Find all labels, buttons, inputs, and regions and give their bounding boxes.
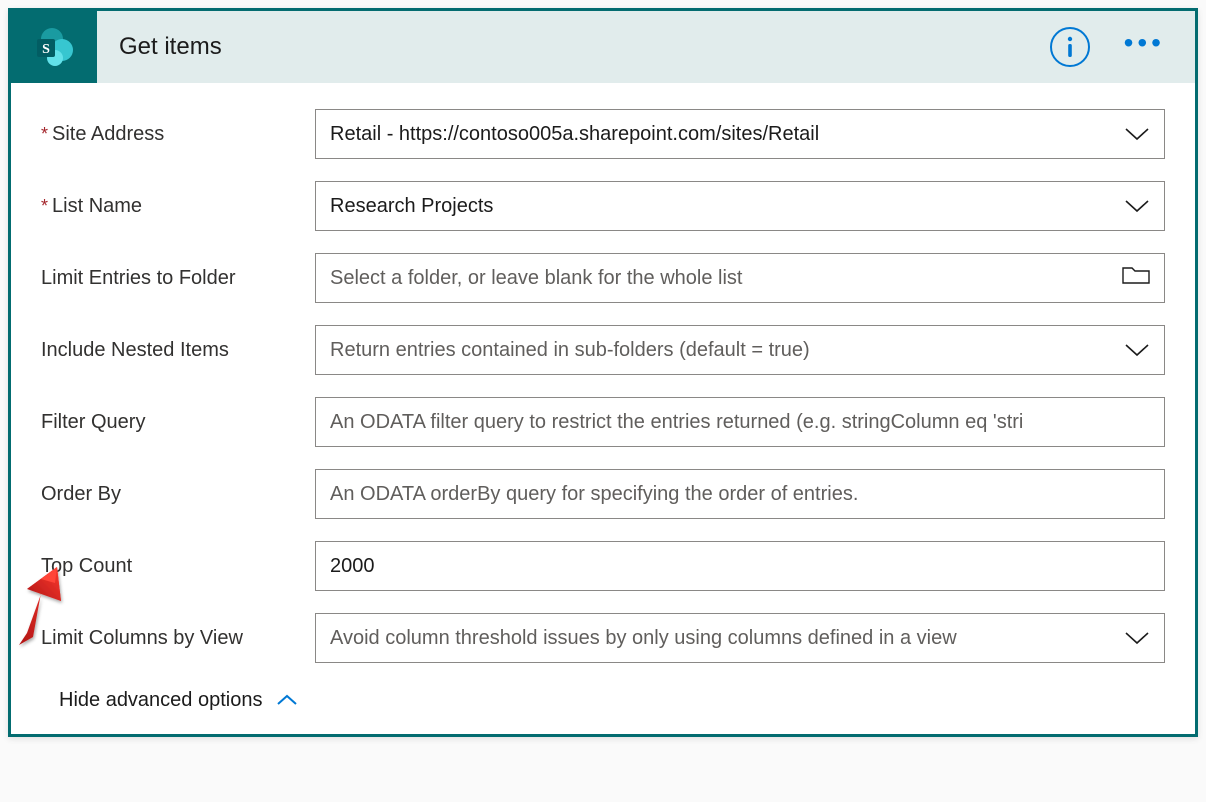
header-actions: ••• — [1050, 27, 1195, 67]
info-button[interactable] — [1050, 27, 1090, 67]
filter-query-placeholder: An ODATA filter query to restrict the en… — [330, 411, 1150, 434]
list-name-select[interactable]: Research Projects — [315, 181, 1165, 231]
required-asterisk: * — [41, 124, 48, 145]
list-name-value: Research Projects — [330, 195, 1114, 218]
hide-advanced-toggle[interactable]: Hide advanced options — [41, 689, 1165, 712]
info-icon — [1066, 36, 1074, 58]
label-limit-folder: Limit Entries to Folder — [41, 267, 315, 290]
chevron-down-icon — [1124, 631, 1150, 645]
field-row-limit-columns: Limit Columns by View Avoid column thres… — [41, 613, 1165, 663]
site-address-select[interactable]: Retail - https://contoso005a.sharepoint.… — [315, 109, 1165, 159]
chevron-down-icon — [1124, 343, 1150, 357]
label-order-by: Order By — [41, 483, 315, 506]
site-address-value: Retail - https://contoso005a.sharepoint.… — [330, 123, 1114, 146]
field-row-top-count: Top Count 2000 — [41, 541, 1165, 591]
sharepoint-icon: S — [32, 25, 76, 69]
action-card: S Get items ••• * Site Address Retail - … — [8, 8, 1198, 737]
label-list-name: * List Name — [41, 195, 315, 218]
card-header: S Get items ••• — [11, 11, 1195, 83]
more-menu-button[interactable]: ••• — [1124, 29, 1165, 65]
limit-columns-select[interactable]: Avoid column threshold issues by only us… — [315, 613, 1165, 663]
limit-folder-placeholder: Select a folder, or leave blank for the … — [330, 267, 1112, 290]
order-by-input[interactable]: An ODATA orderBy query for specifying th… — [315, 469, 1165, 519]
top-count-value: 2000 — [330, 555, 1150, 578]
top-count-input[interactable]: 2000 — [315, 541, 1165, 591]
field-row-include-nested: Include Nested Items Return entries cont… — [41, 325, 1165, 375]
label-top-count: Top Count — [41, 555, 315, 578]
connector-icon-box: S — [11, 11, 97, 83]
include-nested-placeholder: Return entries contained in sub-folders … — [330, 339, 1114, 362]
include-nested-select[interactable]: Return entries contained in sub-folders … — [315, 325, 1165, 375]
filter-query-input[interactable]: An ODATA filter query to restrict the en… — [315, 397, 1165, 447]
field-row-site-address: * Site Address Retail - https://contoso0… — [41, 109, 1165, 159]
chevron-down-icon — [1124, 127, 1150, 141]
label-limit-columns: Limit Columns by View — [41, 627, 315, 650]
label-site-address: * Site Address — [41, 123, 315, 146]
required-asterisk: * — [41, 196, 48, 217]
field-row-order-by: Order By An ODATA orderBy query for spec… — [41, 469, 1165, 519]
order-by-placeholder: An ODATA orderBy query for specifying th… — [330, 483, 1150, 506]
field-row-filter-query: Filter Query An ODATA filter query to re… — [41, 397, 1165, 447]
chevron-up-icon — [276, 689, 298, 712]
card-title: Get items — [97, 33, 1050, 61]
hide-advanced-label: Hide advanced options — [59, 689, 262, 712]
limit-folder-picker[interactable]: Select a folder, or leave blank for the … — [315, 253, 1165, 303]
limit-columns-placeholder: Avoid column threshold issues by only us… — [330, 627, 1114, 650]
label-include-nested: Include Nested Items — [41, 339, 315, 362]
folder-icon — [1122, 265, 1150, 291]
svg-text:S: S — [42, 42, 50, 57]
field-row-limit-folder: Limit Entries to Folder Select a folder,… — [41, 253, 1165, 303]
card-body: * Site Address Retail - https://contoso0… — [11, 83, 1195, 734]
label-filter-query: Filter Query — [41, 411, 315, 434]
field-row-list-name: * List Name Research Projects — [41, 181, 1165, 231]
chevron-down-icon — [1124, 199, 1150, 213]
